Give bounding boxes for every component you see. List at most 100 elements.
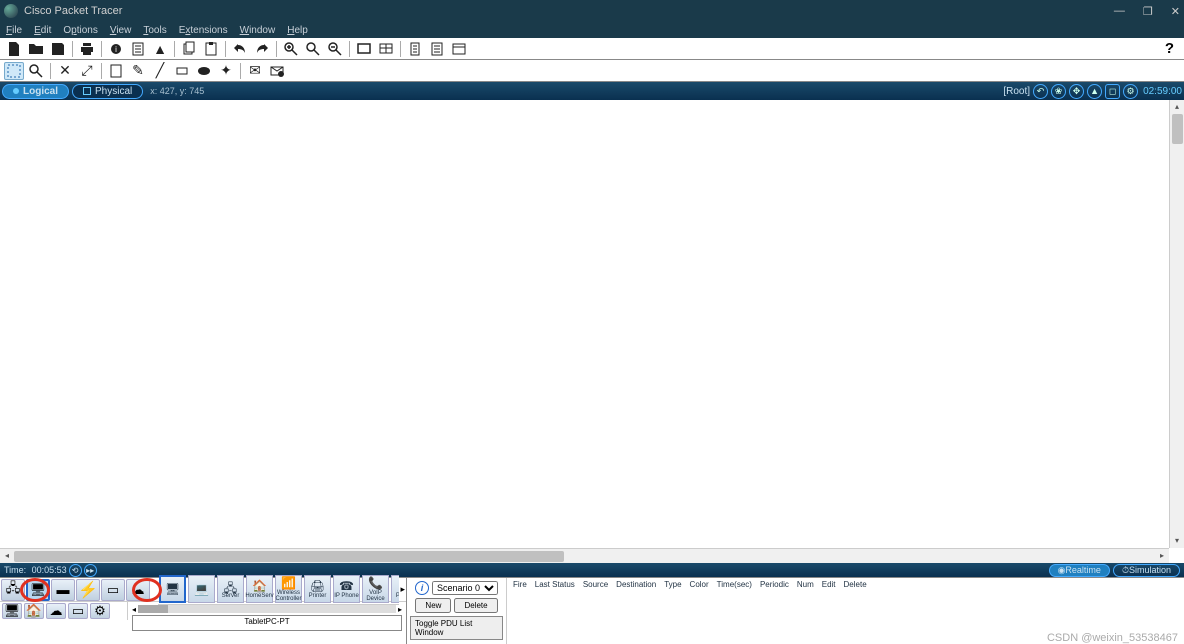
device-item-7[interactable]: 📞VoIP Device [362, 575, 389, 603]
secondary-toolbar: ✕ ⤢ ✎ ╱ ✦ ✉ [0, 60, 1184, 82]
resize-icon[interactable]: ⤢ [77, 62, 97, 80]
bottom-panel: 🖧 🖥 ▬ ⚡ ▭ ☁ 🖥💻🖧Server🏠HomeServ📶Wireless … [0, 577, 1184, 644]
subcat-3[interactable]: ☁ [46, 603, 66, 619]
close-button[interactable]: ✕ [1171, 5, 1180, 18]
tiled-icon[interactable] [376, 40, 396, 58]
subcat-2[interactable]: 🏠 [24, 603, 44, 619]
subcat-5[interactable]: ⚙ [90, 603, 110, 619]
background-icon[interactable]: ▲ [1087, 84, 1102, 99]
coordinates: x: 427, y: 745 [150, 86, 204, 96]
clock: 02:59:00 [1143, 86, 1182, 97]
help-icon[interactable]: ? [1165, 40, 1180, 57]
horizontal-scrollbar[interactable]: ◂▸ [0, 548, 1169, 563]
activity-icon[interactable] [128, 40, 148, 58]
inspect-icon[interactable] [26, 62, 46, 80]
scenario-select[interactable]: Scenario 0 [432, 581, 498, 595]
device-cat-connections[interactable]: ⚡ [76, 579, 100, 601]
maximize-button[interactable]: ❐ [1143, 5, 1153, 18]
move-icon[interactable]: ✥ [1069, 84, 1084, 99]
menu-help[interactable]: Help [287, 25, 308, 36]
menu-tools[interactable]: Tools [143, 25, 166, 36]
pdu-col-fire: Fire [513, 580, 527, 589]
pdu-col-edit: Edit [822, 580, 836, 589]
subcat-4[interactable]: ▭ [68, 603, 88, 619]
device-item-3[interactable]: 🏠HomeServ [246, 575, 273, 603]
menu-file[interactable]: File [6, 25, 22, 36]
device-item-8[interactable]: 📱Phone [391, 575, 399, 603]
doc-icon[interactable] [405, 40, 425, 58]
cluster-icon[interactable]: ❀ [1051, 84, 1066, 99]
pdu-col-laststatus: Last Status [535, 580, 575, 589]
undo-icon[interactable] [230, 40, 250, 58]
zoom-in-icon[interactable] [281, 40, 301, 58]
menu-options[interactable]: Options [63, 25, 97, 36]
device-cat-end[interactable]: 🖥 [26, 579, 50, 601]
zoom-out-icon[interactable] [325, 40, 345, 58]
delete-tool-icon[interactable]: ✕ [55, 62, 75, 80]
realtime-mode-button[interactable]: ◉ Realtime [1049, 564, 1110, 577]
open-file-icon[interactable] [26, 40, 46, 58]
new-file-icon[interactable] [4, 40, 24, 58]
device-item-2[interactable]: 🖧Server [217, 575, 244, 603]
minimize-button[interactable]: — [1114, 5, 1125, 18]
menu-bar: File Edit Options View Tools Extensions … [0, 22, 1184, 38]
device-cat-network[interactable]: 🖧 [1, 579, 25, 601]
physical-view-button[interactable]: Physical [72, 84, 143, 99]
note-icon[interactable] [106, 62, 126, 80]
slider-right[interactable]: ▸ [398, 605, 402, 614]
zoom-reset-icon[interactable] [303, 40, 323, 58]
view-bar: Logical Physical x: 427, y: 745 [Root] ↶… [0, 82, 1184, 100]
pdu-col-type: Type [664, 580, 681, 589]
info-icon[interactable]: i [415, 581, 429, 595]
logical-view-button[interactable]: Logical [2, 84, 69, 99]
delete-scenario-button[interactable]: Delete [454, 598, 497, 613]
device-item-6[interactable]: ☎IP Phone [333, 575, 360, 603]
redo-icon[interactable] [252, 40, 272, 58]
env-icon[interactable]: ⚙ [1123, 84, 1138, 99]
device-cat-components[interactable]: ▬ [51, 579, 75, 601]
menu-view[interactable]: View [110, 25, 132, 36]
power-cycle-icon[interactable]: ⟲ [69, 564, 82, 577]
slider-left[interactable]: ◂ [132, 605, 136, 614]
back-icon[interactable]: ↶ [1033, 84, 1048, 99]
viewport-small-icon[interactable]: ◻ [1105, 84, 1120, 99]
menu-edit[interactable]: Edit [34, 25, 51, 36]
device-cat-misc[interactable]: ▭ [101, 579, 125, 601]
menu-extensions[interactable]: Extensions [179, 25, 228, 36]
app-icon [4, 4, 18, 18]
toggle-pdu-list-button[interactable]: Toggle PDU List Window [410, 616, 503, 640]
device-item-0[interactable]: 🖥 [159, 575, 186, 603]
subcat-1[interactable]: 🖥 [2, 603, 22, 619]
list-icon[interactable] [427, 40, 447, 58]
device-item-5[interactable]: 🖨Printer [304, 575, 331, 603]
wizard-icon[interactable]: i [106, 40, 126, 58]
device-scroll-right[interactable]: ▸ [400, 584, 405, 595]
device-item-4[interactable]: 📶Wireless Controller [275, 575, 302, 603]
line-icon[interactable]: ╱ [150, 62, 170, 80]
time-label: Time: [4, 565, 26, 575]
complex-pdu-icon[interactable] [267, 62, 287, 80]
print-icon[interactable] [77, 40, 97, 58]
paste-icon[interactable] [201, 40, 221, 58]
workspace-canvas[interactable]: ▴▾ ◂▸ [0, 100, 1184, 563]
root-label[interactable]: [Root] [1003, 86, 1030, 97]
vertical-scrollbar[interactable]: ▴▾ [1169, 100, 1184, 548]
ellipse-icon[interactable] [194, 62, 214, 80]
hint-icon[interactable]: ▲ [150, 40, 170, 58]
copy-icon[interactable] [179, 40, 199, 58]
pdu-col-destination: Destination [616, 580, 656, 589]
pencil-icon[interactable]: ✎ [128, 62, 148, 80]
new-scenario-button[interactable]: New [415, 598, 451, 613]
save-icon[interactable] [48, 40, 68, 58]
simulation-mode-button[interactable]: ⏱ Simulation [1113, 564, 1180, 577]
simple-pdu-icon[interactable]: ✉ [245, 62, 265, 80]
freeform-icon[interactable]: ✦ [216, 62, 236, 80]
rect-icon[interactable] [172, 62, 192, 80]
device-cat-multiuser[interactable]: ☁ [126, 579, 150, 601]
viewport-icon[interactable] [354, 40, 374, 58]
window-icon[interactable] [449, 40, 469, 58]
select-tool-icon[interactable] [4, 62, 24, 80]
device-item-1[interactable]: 💻 [188, 575, 215, 603]
fast-forward-icon[interactable]: ▸▸ [84, 564, 97, 577]
menu-window[interactable]: Window [240, 25, 276, 36]
